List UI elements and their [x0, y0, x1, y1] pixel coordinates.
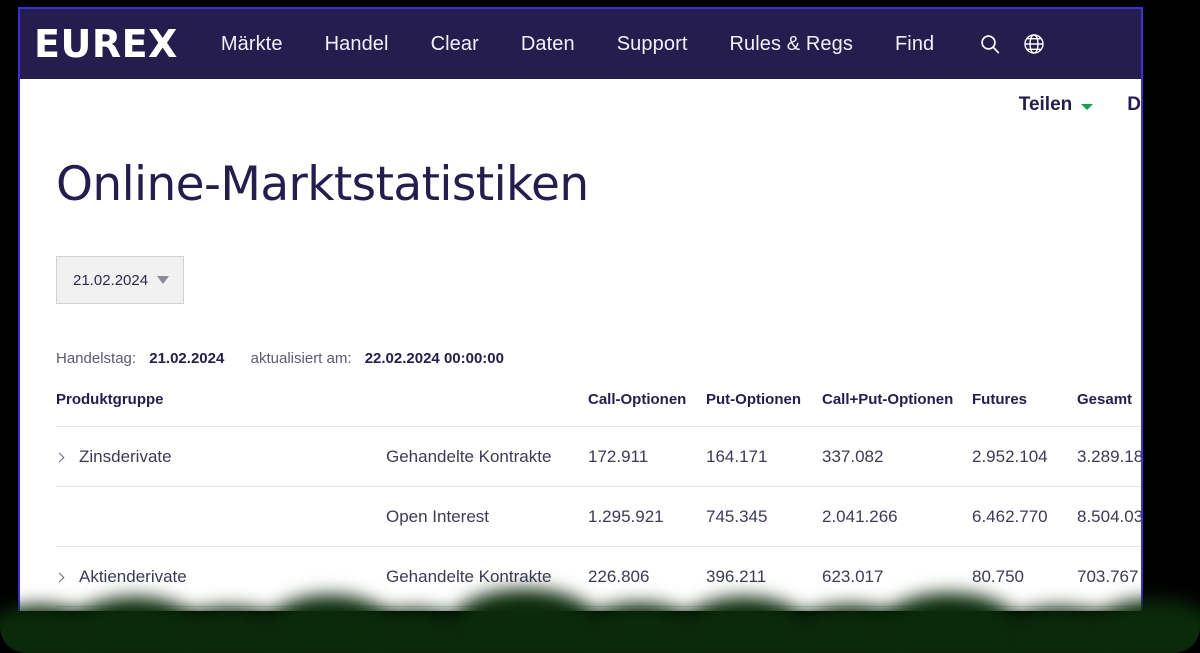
date-select[interactable]: 21.02.2024 [56, 256, 184, 304]
value-put: 396.211 [706, 547, 822, 607]
value-futures: 6.462.770 [972, 487, 1077, 547]
page-title: Online-Marktstatistiken [56, 157, 1105, 212]
product-group-cell-zinsderivate[interactable]: Zinsderivate [56, 427, 386, 487]
meta-info-line: Handelstag: 21.02.2024 aktualisiert am: … [56, 350, 1105, 367]
value-futures: 80.750 [972, 547, 1077, 607]
value-call: 226.806 [588, 547, 706, 607]
value-callput: 2.041.266 [822, 487, 972, 547]
product-group-cell-aktienderivate[interactable]: Aktienderivate [56, 547, 386, 607]
col-header-call-put-optionen: Call+Put-Optionen [822, 391, 972, 427]
navbar-icon-group [977, 31, 1047, 57]
col-header-metric [386, 391, 588, 427]
spacer-cell [386, 607, 588, 620]
chevron-right-icon[interactable] [55, 572, 65, 582]
main-navbar: EUREX Märkte Handel Clear Daten Support … [20, 9, 1141, 79]
nav-item-handel[interactable]: Handel [304, 33, 410, 56]
main-content: Online-Marktstatistiken 21.02.2024 Hande… [20, 157, 1141, 619]
value-put: 745.345 [706, 487, 822, 547]
utility-bar: Teilen D [20, 79, 1141, 131]
spacer-cell [56, 607, 386, 620]
col-header-produktgruppe: Produktgruppe [56, 391, 386, 427]
nav-item-maerkte[interactable]: Märkte [200, 33, 304, 56]
table-row[interactable]: Open Interest 1.295.921 745.345 2.041.26… [56, 487, 1143, 547]
chevron-down-icon [157, 276, 169, 284]
globe-icon[interactable] [1021, 31, 1047, 57]
spacer-cell [1077, 607, 1143, 620]
value-total: 3.289.186 [1077, 427, 1143, 487]
date-select-value: 21.02.2024 [73, 272, 148, 289]
col-header-call-optionen: Call-Optionen [588, 391, 706, 427]
spacer-cell [972, 607, 1077, 620]
search-icon[interactable] [977, 31, 1003, 57]
table-row [56, 607, 1143, 620]
col-header-futures: Futures [972, 391, 1077, 427]
product-group-cell-empty [56, 487, 386, 547]
browser-viewport: EUREX Märkte Handel Clear Daten Support … [18, 7, 1143, 619]
metric-label: Gehandelte Kontrakte [386, 547, 588, 607]
share-button[interactable]: Teilen [985, 94, 1094, 116]
nav-item-rules-regs[interactable]: Rules & Regs [708, 33, 873, 56]
value-callput: 337.082 [822, 427, 972, 487]
nav-item-clear[interactable]: Clear [410, 33, 500, 56]
metric-label: Open Interest [386, 487, 588, 547]
chevron-right-icon[interactable] [55, 452, 65, 462]
product-group-label: Zinsderivate [79, 447, 172, 467]
share-label: Teilen [1019, 94, 1073, 116]
trading-day-value: 21.02.2024 [149, 350, 224, 367]
eurex-logo[interactable]: EUREX [34, 25, 178, 63]
col-header-gesamt: Gesamt [1077, 391, 1143, 427]
value-callput: 623.017 [822, 547, 972, 607]
product-group-label: Aktienderivate [79, 567, 187, 587]
value-put: 164.171 [706, 427, 822, 487]
value-futures: 2.952.104 [972, 427, 1077, 487]
table-row[interactable]: Aktienderivate Gehandelte Kontrakte 226.… [56, 547, 1143, 607]
metric-label: Gehandelte Kontrakte [386, 427, 588, 487]
updated-label: aktualisiert am: [251, 350, 352, 367]
value-call: 172.911 [588, 427, 706, 487]
updated-value: 22.02.2024 00:00:00 [365, 350, 504, 367]
market-statistics-table: Produktgruppe Call-Optionen Put-Optionen… [56, 391, 1143, 619]
col-header-put-optionen: Put-Optionen [706, 391, 822, 427]
nav-item-support[interactable]: Support [596, 33, 709, 56]
value-total: 703.767 [1077, 547, 1143, 607]
chevron-down-icon [1081, 104, 1093, 110]
print-button-truncated[interactable]: D [1093, 94, 1141, 116]
table-row[interactable]: Zinsderivate Gehandelte Kontrakte 172.91… [56, 427, 1143, 487]
nav-item-daten[interactable]: Daten [500, 33, 596, 56]
nav-item-find[interactable]: Find [874, 33, 955, 56]
table-header-row: Produktgruppe Call-Optionen Put-Optionen… [56, 391, 1143, 427]
screen-frame: EUREX Märkte Handel Clear Daten Support … [0, 0, 1200, 653]
spacer-cell [588, 607, 706, 620]
spacer-cell [822, 607, 972, 620]
value-total: 8.504.036 [1077, 487, 1143, 547]
value-call: 1.295.921 [588, 487, 706, 547]
spacer-cell [706, 607, 822, 620]
trading-day-label: Handelstag: [56, 350, 136, 367]
